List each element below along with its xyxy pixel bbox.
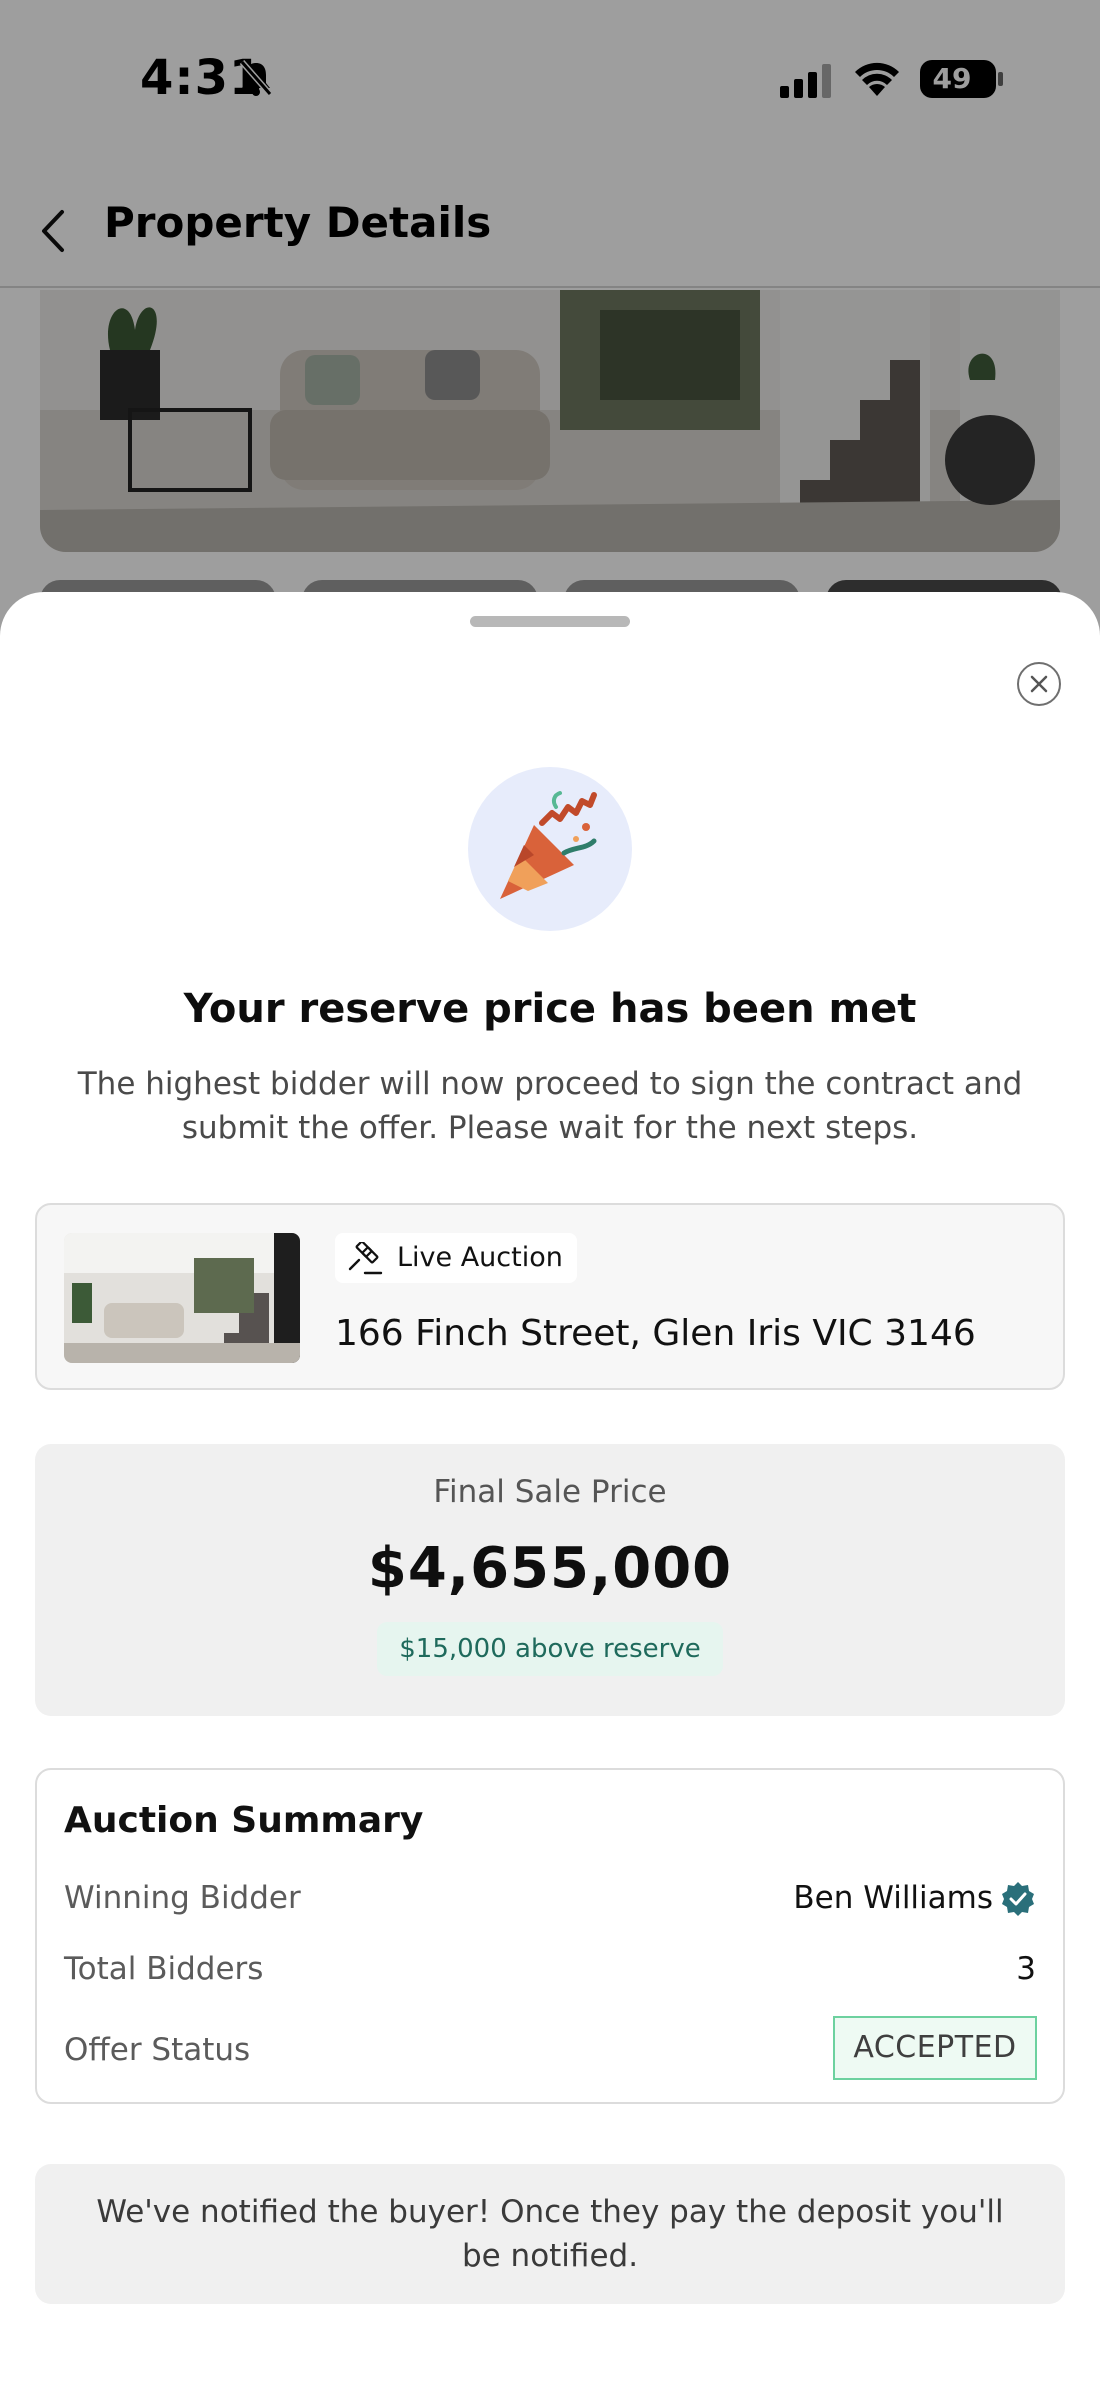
auction-summary-title: Auction Summary: [64, 1800, 424, 1841]
offer-status-label: Offer Status: [64, 2032, 251, 2068]
property-address: 166 Finch Street, Glen Iris VIC 3146: [335, 1313, 976, 1354]
final-price-label: Final Sale Price: [433, 1474, 667, 1510]
close-button[interactable]: [1017, 662, 1061, 706]
sheet-headline: Your reserve price has been met: [183, 986, 917, 1032]
live-auction-label: Live Auction: [397, 1242, 563, 1273]
final-price-card: Final Sale Price $4,655,000 $15,000 abov…: [35, 1444, 1065, 1716]
total-bidders-value: 3: [1016, 1951, 1036, 1987]
close-icon: [1030, 675, 1048, 693]
buyer-notified-notice: We've notified the buyer! Once they pay …: [35, 2164, 1065, 2304]
total-bidders-label: Total Bidders: [64, 1951, 264, 1987]
final-price-value: $4,655,000: [367, 1536, 733, 1601]
auction-summary-card: Auction Summary Winning Bidder Ben Willi…: [35, 1768, 1065, 2104]
sheet-grabber[interactable]: [470, 616, 630, 627]
property-card[interactable]: Live Auction 166 Finch Street, Glen Iris…: [35, 1203, 1065, 1390]
verified-badge-icon: [1002, 1882, 1034, 1916]
celebration-badge: [468, 767, 632, 931]
property-thumbnail: [64, 1233, 300, 1363]
winning-bidder-label: Winning Bidder: [64, 1880, 301, 1916]
live-auction-badge: Live Auction: [335, 1233, 577, 1283]
reserve-met-sheet: Your reserve price has been met The high…: [0, 592, 1100, 2390]
gavel-icon: [348, 1242, 383, 1275]
party-popper-icon: [500, 791, 597, 899]
above-reserve-badge: $15,000 above reserve: [377, 1622, 723, 1676]
offer-status-badge: ACCEPTED: [833, 2016, 1037, 2080]
sheet-description: The highest bidder will now proceed to s…: [77, 1066, 1023, 1146]
winning-bidder-value: Ben Williams: [793, 1880, 993, 1916]
